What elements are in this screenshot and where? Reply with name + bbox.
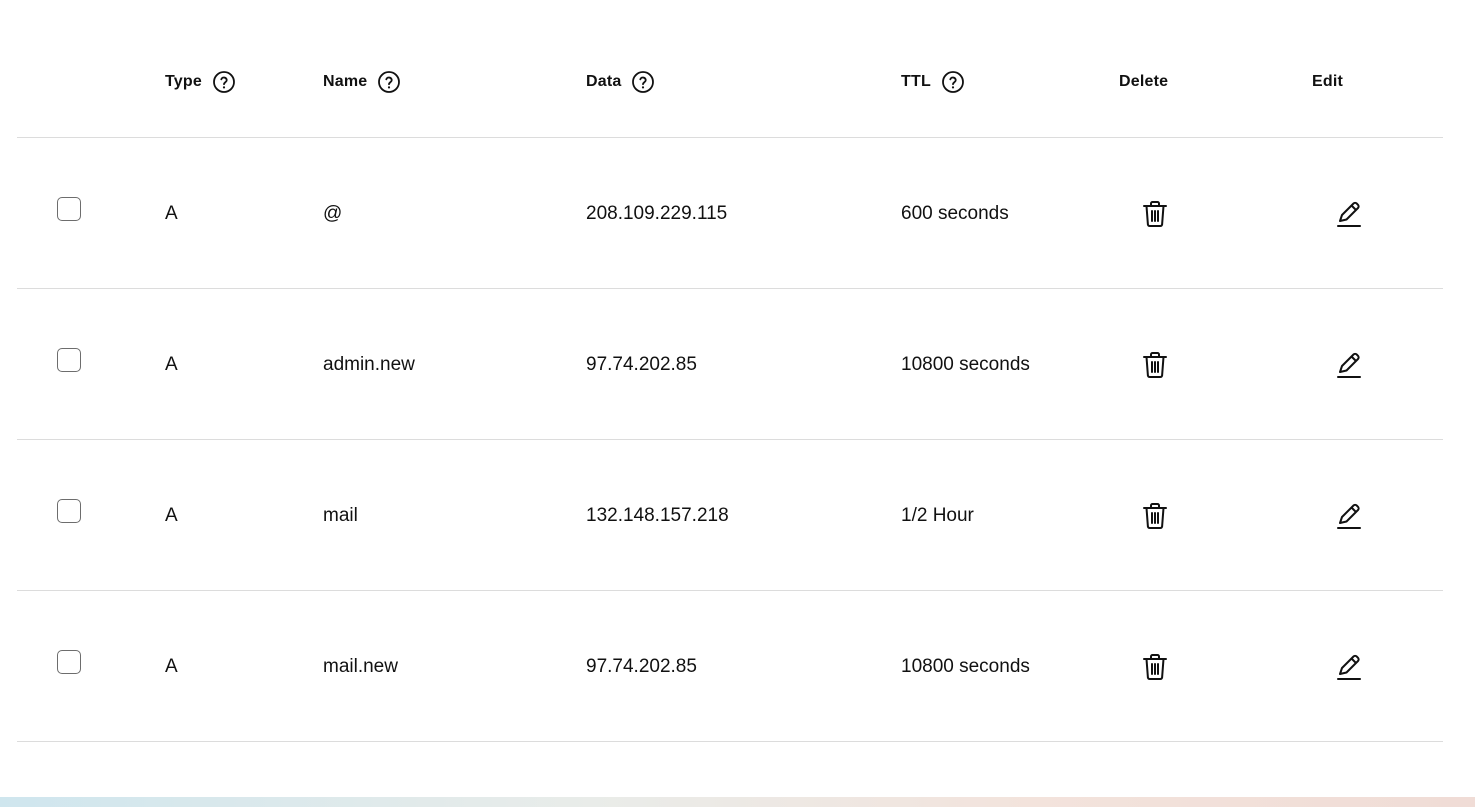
- header-delete-label: Delete: [1119, 73, 1169, 90]
- row-name: mail: [323, 505, 358, 526]
- edit-button[interactable]: [1335, 653, 1363, 681]
- row-ttl: 10800 seconds: [901, 354, 1030, 375]
- trash-icon[interactable]: [1141, 351, 1169, 379]
- dns-records-page: Type Name Data TTL Delete Edit A @ 208.1…: [0, 0, 1475, 807]
- table-row: A admin.new 97.74.202.85 10800 seconds: [17, 289, 1443, 440]
- row-name: @: [323, 203, 343, 224]
- header-data: Data: [586, 68, 655, 96]
- row-ttl: 10800 seconds: [901, 656, 1030, 677]
- pencil-icon[interactable]: [1335, 653, 1363, 681]
- edit-button[interactable]: [1335, 351, 1363, 379]
- pencil-icon[interactable]: [1335, 351, 1363, 379]
- row-checkbox[interactable]: [57, 499, 81, 523]
- delete-button[interactable]: [1141, 502, 1169, 530]
- row-checkbox-cell: [57, 650, 81, 681]
- table-header: Type Name Data TTL Delete Edit: [17, 0, 1443, 138]
- delete-button[interactable]: [1141, 200, 1169, 228]
- table-row: A mail.new 97.74.202.85 10800 seconds: [17, 591, 1443, 742]
- row-type: A: [165, 656, 178, 677]
- edit-button[interactable]: [1335, 200, 1363, 228]
- row-data: 208.109.229.115: [586, 203, 728, 224]
- header-name: Name: [323, 68, 401, 96]
- header-delete: Delete: [1119, 68, 1168, 96]
- row-type: A: [165, 505, 178, 526]
- bottom-taskbar-strip: [0, 797, 1475, 807]
- header-data-label: Data: [586, 73, 622, 90]
- row-name: mail.new: [323, 656, 398, 677]
- header-ttl: TTL: [901, 68, 965, 96]
- delete-button[interactable]: [1141, 653, 1169, 681]
- row-type: A: [165, 354, 178, 375]
- trash-icon[interactable]: [1141, 653, 1169, 681]
- delete-button[interactable]: [1141, 351, 1169, 379]
- row-checkbox-cell: [57, 197, 81, 228]
- row-data: 132.148.157.218: [586, 505, 729, 526]
- question-circle-icon[interactable]: [941, 70, 965, 94]
- header-ttl-label: TTL: [901, 73, 931, 90]
- row-checkbox-cell: [57, 348, 81, 379]
- row-type: A: [165, 203, 178, 224]
- header-edit-label: Edit: [1312, 73, 1344, 90]
- header-type-label: Type: [165, 73, 202, 90]
- trash-icon[interactable]: [1141, 200, 1169, 228]
- question-circle-icon[interactable]: [212, 70, 236, 94]
- row-checkbox[interactable]: [57, 197, 81, 221]
- question-circle-icon[interactable]: [631, 70, 655, 94]
- row-data: 97.74.202.85: [586, 354, 697, 375]
- row-ttl: 1/2 Hour: [901, 505, 974, 526]
- pencil-icon[interactable]: [1335, 502, 1363, 530]
- dns-records-table: Type Name Data TTL Delete Edit A @ 208.1…: [17, 0, 1443, 742]
- header-type: Type: [165, 68, 236, 96]
- pencil-icon[interactable]: [1335, 200, 1363, 228]
- header-edit: Edit: [1312, 68, 1343, 96]
- row-checkbox[interactable]: [57, 348, 81, 372]
- edit-button[interactable]: [1335, 502, 1363, 530]
- table-row: A mail 132.148.157.218 1/2 Hour: [17, 440, 1443, 591]
- row-data: 97.74.202.85: [586, 656, 697, 677]
- table-row: A @ 208.109.229.115 600 seconds: [17, 138, 1443, 289]
- row-checkbox[interactable]: [57, 650, 81, 674]
- row-ttl: 600 seconds: [901, 203, 1009, 224]
- question-circle-icon[interactable]: [377, 70, 401, 94]
- trash-icon[interactable]: [1141, 502, 1169, 530]
- row-name: admin.new: [323, 354, 415, 375]
- row-checkbox-cell: [57, 499, 81, 530]
- header-name-label: Name: [323, 73, 368, 90]
